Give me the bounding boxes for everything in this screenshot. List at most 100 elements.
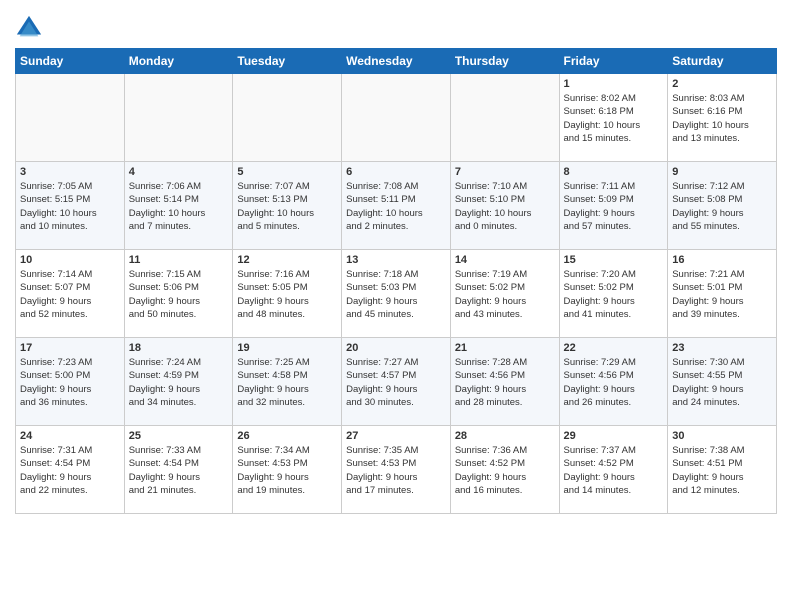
calendar-cell xyxy=(16,74,125,162)
calendar-cell: 16 Sunrise: 7:21 AMSunset: 5:01 PMDayligh… xyxy=(668,250,777,338)
day-number: 22 xyxy=(564,342,664,354)
calendar-week-2: 3Sunrise: 7:05 AMSunset: 5:15 PMDaylight… xyxy=(16,162,777,250)
calendar-cell: 7Sunrise: 7:10 AMSunset: 5:10 PMDaylight… xyxy=(450,162,559,250)
calendar-cell: 24 Sunrise: 7:31 AMSunset: 4:54 PMDayligh… xyxy=(16,426,125,514)
day-info: Sunrise: 7:24 AMSunset: 4:59 PMDaylight:… xyxy=(129,356,229,409)
day-number: 16 xyxy=(672,254,772,266)
calendar-cell: 22 Sunrise: 7:29 AMSunset: 4:56 PMDayligh… xyxy=(559,338,668,426)
page-header xyxy=(15,10,777,42)
weekday-header-thursday: Thursday xyxy=(450,49,559,74)
day-number: 30 xyxy=(672,430,772,442)
day-info: Sunrise: 7:12 AMSunset: 5:08 PMDaylight:… xyxy=(672,180,772,233)
day-number: 29 xyxy=(564,430,664,442)
day-info: Sunrise: 7:30 AMSunset: 4:55 PMDaylight:… xyxy=(672,356,772,409)
day-number: 15 xyxy=(564,254,664,266)
day-number: 24 xyxy=(20,430,120,442)
logo-icon xyxy=(15,14,43,42)
day-info: Sunrise: 8:02 AMSunset: 6:18 PMDaylight:… xyxy=(564,92,664,145)
day-number: 8 xyxy=(564,166,664,178)
calendar-cell: 18 Sunrise: 7:24 AMSunset: 4:59 PMDayligh… xyxy=(124,338,233,426)
day-info: Sunrise: 7:28 AMSunset: 4:56 PMDaylight:… xyxy=(455,356,555,409)
calendar-table: SundayMondayTuesdayWednesdayThursdayFrid… xyxy=(15,48,777,514)
day-number: 9 xyxy=(672,166,772,178)
calendar-cell: 13 Sunrise: 7:18 AMSunset: 5:03 PMDayligh… xyxy=(342,250,451,338)
day-info: Sunrise: 7:25 AMSunset: 4:58 PMDaylight:… xyxy=(237,356,337,409)
calendar-cell: 4Sunrise: 7:06 AMSunset: 5:14 PMDaylight… xyxy=(124,162,233,250)
day-info: Sunrise: 7:15 AMSunset: 5:06 PMDaylight:… xyxy=(129,268,229,321)
calendar-cell: 20 Sunrise: 7:27 AMSunset: 4:57 PMDayligh… xyxy=(342,338,451,426)
day-info: Sunrise: 7:18 AMSunset: 5:03 PMDaylight:… xyxy=(346,268,446,321)
weekday-header-tuesday: Tuesday xyxy=(233,49,342,74)
calendar-cell: 3Sunrise: 7:05 AMSunset: 5:15 PMDaylight… xyxy=(16,162,125,250)
day-number: 14 xyxy=(455,254,555,266)
weekday-header-saturday: Saturday xyxy=(668,49,777,74)
calendar-cell: 27 Sunrise: 7:35 AMSunset: 4:53 PMDayligh… xyxy=(342,426,451,514)
day-number: 28 xyxy=(455,430,555,442)
calendar-week-4: 17 Sunrise: 7:23 AMSunset: 5:00 PMDayligh… xyxy=(16,338,777,426)
day-number: 19 xyxy=(237,342,337,354)
day-info: Sunrise: 7:31 AMSunset: 4:54 PMDaylight:… xyxy=(20,444,120,497)
day-number: 27 xyxy=(346,430,446,442)
day-info: Sunrise: 7:07 AMSunset: 5:13 PMDaylight:… xyxy=(237,180,337,233)
calendar-cell: 17 Sunrise: 7:23 AMSunset: 5:00 PMDayligh… xyxy=(16,338,125,426)
calendar-cell: 2 Sunrise: 8:03 AMSunset: 6:16 PMDaylight… xyxy=(668,74,777,162)
day-info: Sunrise: 7:21 AMSunset: 5:01 PMDaylight:… xyxy=(672,268,772,321)
day-number: 11 xyxy=(129,254,229,266)
day-number: 10 xyxy=(20,254,120,266)
day-info: Sunrise: 7:35 AMSunset: 4:53 PMDaylight:… xyxy=(346,444,446,497)
day-info: Sunrise: 7:34 AMSunset: 4:53 PMDaylight:… xyxy=(237,444,337,497)
calendar-cell: 8 Sunrise: 7:11 AMSunset: 5:09 PMDaylight… xyxy=(559,162,668,250)
day-number: 6 xyxy=(346,166,446,178)
calendar-cell: 12 Sunrise: 7:16 AMSunset: 5:05 PMDayligh… xyxy=(233,250,342,338)
day-number: 25 xyxy=(129,430,229,442)
calendar-cell: 30 Sunrise: 7:38 AMSunset: 4:51 PMDayligh… xyxy=(668,426,777,514)
calendar-cell: 26Sunrise: 7:34 AMSunset: 4:53 PMDayligh… xyxy=(233,426,342,514)
day-number: 20 xyxy=(346,342,446,354)
day-info: Sunrise: 7:27 AMSunset: 4:57 PMDaylight:… xyxy=(346,356,446,409)
day-number: 7 xyxy=(455,166,555,178)
day-number: 21 xyxy=(455,342,555,354)
calendar-body: 1Sunrise: 8:02 AMSunset: 6:18 PMDaylight… xyxy=(16,74,777,514)
day-info: Sunrise: 7:16 AMSunset: 5:05 PMDaylight:… xyxy=(237,268,337,321)
day-info: Sunrise: 7:29 AMSunset: 4:56 PMDaylight:… xyxy=(564,356,664,409)
weekday-header-sunday: Sunday xyxy=(16,49,125,74)
calendar-cell: 21 Sunrise: 7:28 AMSunset: 4:56 PMDayligh… xyxy=(450,338,559,426)
calendar-cell: 11 Sunrise: 7:15 AMSunset: 5:06 PMDayligh… xyxy=(124,250,233,338)
calendar-cell: 25 Sunrise: 7:33 AMSunset: 4:54 PMDayligh… xyxy=(124,426,233,514)
day-info: Sunrise: 7:38 AMSunset: 4:51 PMDaylight:… xyxy=(672,444,772,497)
calendar-cell: 10Sunrise: 7:14 AMSunset: 5:07 PMDayligh… xyxy=(16,250,125,338)
calendar-cell: 1Sunrise: 8:02 AMSunset: 6:18 PMDaylight… xyxy=(559,74,668,162)
calendar-cell: 28Sunrise: 7:36 AMSunset: 4:52 PMDayligh… xyxy=(450,426,559,514)
day-info: Sunrise: 7:33 AMSunset: 4:54 PMDaylight:… xyxy=(129,444,229,497)
calendar-week-5: 24 Sunrise: 7:31 AMSunset: 4:54 PMDayligh… xyxy=(16,426,777,514)
logo xyxy=(15,14,45,42)
day-number: 23 xyxy=(672,342,772,354)
calendar-cell xyxy=(342,74,451,162)
day-number: 2 xyxy=(672,78,772,90)
calendar-cell: 29Sunrise: 7:37 AMSunset: 4:52 PMDayligh… xyxy=(559,426,668,514)
day-number: 12 xyxy=(237,254,337,266)
calendar-week-3: 10Sunrise: 7:14 AMSunset: 5:07 PMDayligh… xyxy=(16,250,777,338)
day-info: Sunrise: 7:11 AMSunset: 5:09 PMDaylight:… xyxy=(564,180,664,233)
calendar-header: SundayMondayTuesdayWednesdayThursdayFrid… xyxy=(16,49,777,74)
day-info: Sunrise: 7:08 AMSunset: 5:11 PMDaylight:… xyxy=(346,180,446,233)
day-info: Sunrise: 8:03 AMSunset: 6:16 PMDaylight:… xyxy=(672,92,772,145)
day-number: 18 xyxy=(129,342,229,354)
calendar-cell: 5 Sunrise: 7:07 AMSunset: 5:13 PMDaylight… xyxy=(233,162,342,250)
day-number: 5 xyxy=(237,166,337,178)
day-info: Sunrise: 7:19 AMSunset: 5:02 PMDaylight:… xyxy=(455,268,555,321)
day-info: Sunrise: 7:06 AMSunset: 5:14 PMDaylight:… xyxy=(129,180,229,233)
day-info: Sunrise: 7:23 AMSunset: 5:00 PMDaylight:… xyxy=(20,356,120,409)
day-info: Sunrise: 7:20 AMSunset: 5:02 PMDaylight:… xyxy=(564,268,664,321)
calendar-cell xyxy=(450,74,559,162)
weekday-header-friday: Friday xyxy=(559,49,668,74)
calendar-week-1: 1Sunrise: 8:02 AMSunset: 6:18 PMDaylight… xyxy=(16,74,777,162)
weekday-header-monday: Monday xyxy=(124,49,233,74)
day-number: 13 xyxy=(346,254,446,266)
calendar-cell: 15 Sunrise: 7:20 AMSunset: 5:02 PMDayligh… xyxy=(559,250,668,338)
calendar-cell: 19 Sunrise: 7:25 AMSunset: 4:58 PMDayligh… xyxy=(233,338,342,426)
calendar-cell: 14 Sunrise: 7:19 AMSunset: 5:02 PMDayligh… xyxy=(450,250,559,338)
calendar-cell: 6 Sunrise: 7:08 AMSunset: 5:11 PMDaylight… xyxy=(342,162,451,250)
day-number: 17 xyxy=(20,342,120,354)
weekday-header-wednesday: Wednesday xyxy=(342,49,451,74)
